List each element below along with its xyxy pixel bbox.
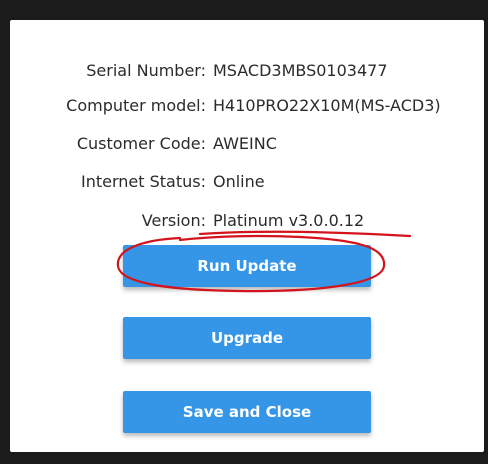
serial-number-row: Serial Number: MSACD3MBS0103477 [0,61,488,83]
serial-number-label: Serial Number: [86,61,206,80]
version-row: Version: Platinum v3.0.0.12 [0,211,488,233]
customer-code-label: Customer Code: [76,134,206,153]
upgrade-button[interactable]: Upgrade [123,317,371,359]
computer-model-row: Computer model: H410PRO22X10M(MS-ACD3) [0,96,488,118]
internet-status-label: Internet Status: [81,172,206,191]
run-update-button[interactable]: Run Update [123,245,371,287]
serial-number-value: MSACD3MBS0103477 [213,61,388,80]
customer-code-value: AWEINC [213,134,277,153]
internet-status-row: Internet Status: Online [0,172,488,194]
version-label: Version: [141,211,206,230]
computer-model-value: H410PRO22X10M(MS-ACD3) [213,96,441,115]
customer-code-row: Customer Code: AWEINC [0,134,488,156]
internet-status-value: Online [213,172,265,191]
about-panel [10,20,484,452]
version-value: Platinum v3.0.0.12 [213,211,365,230]
save-and-close-button[interactable]: Save and Close [123,391,371,433]
computer-model-label: Computer model: [66,96,206,115]
